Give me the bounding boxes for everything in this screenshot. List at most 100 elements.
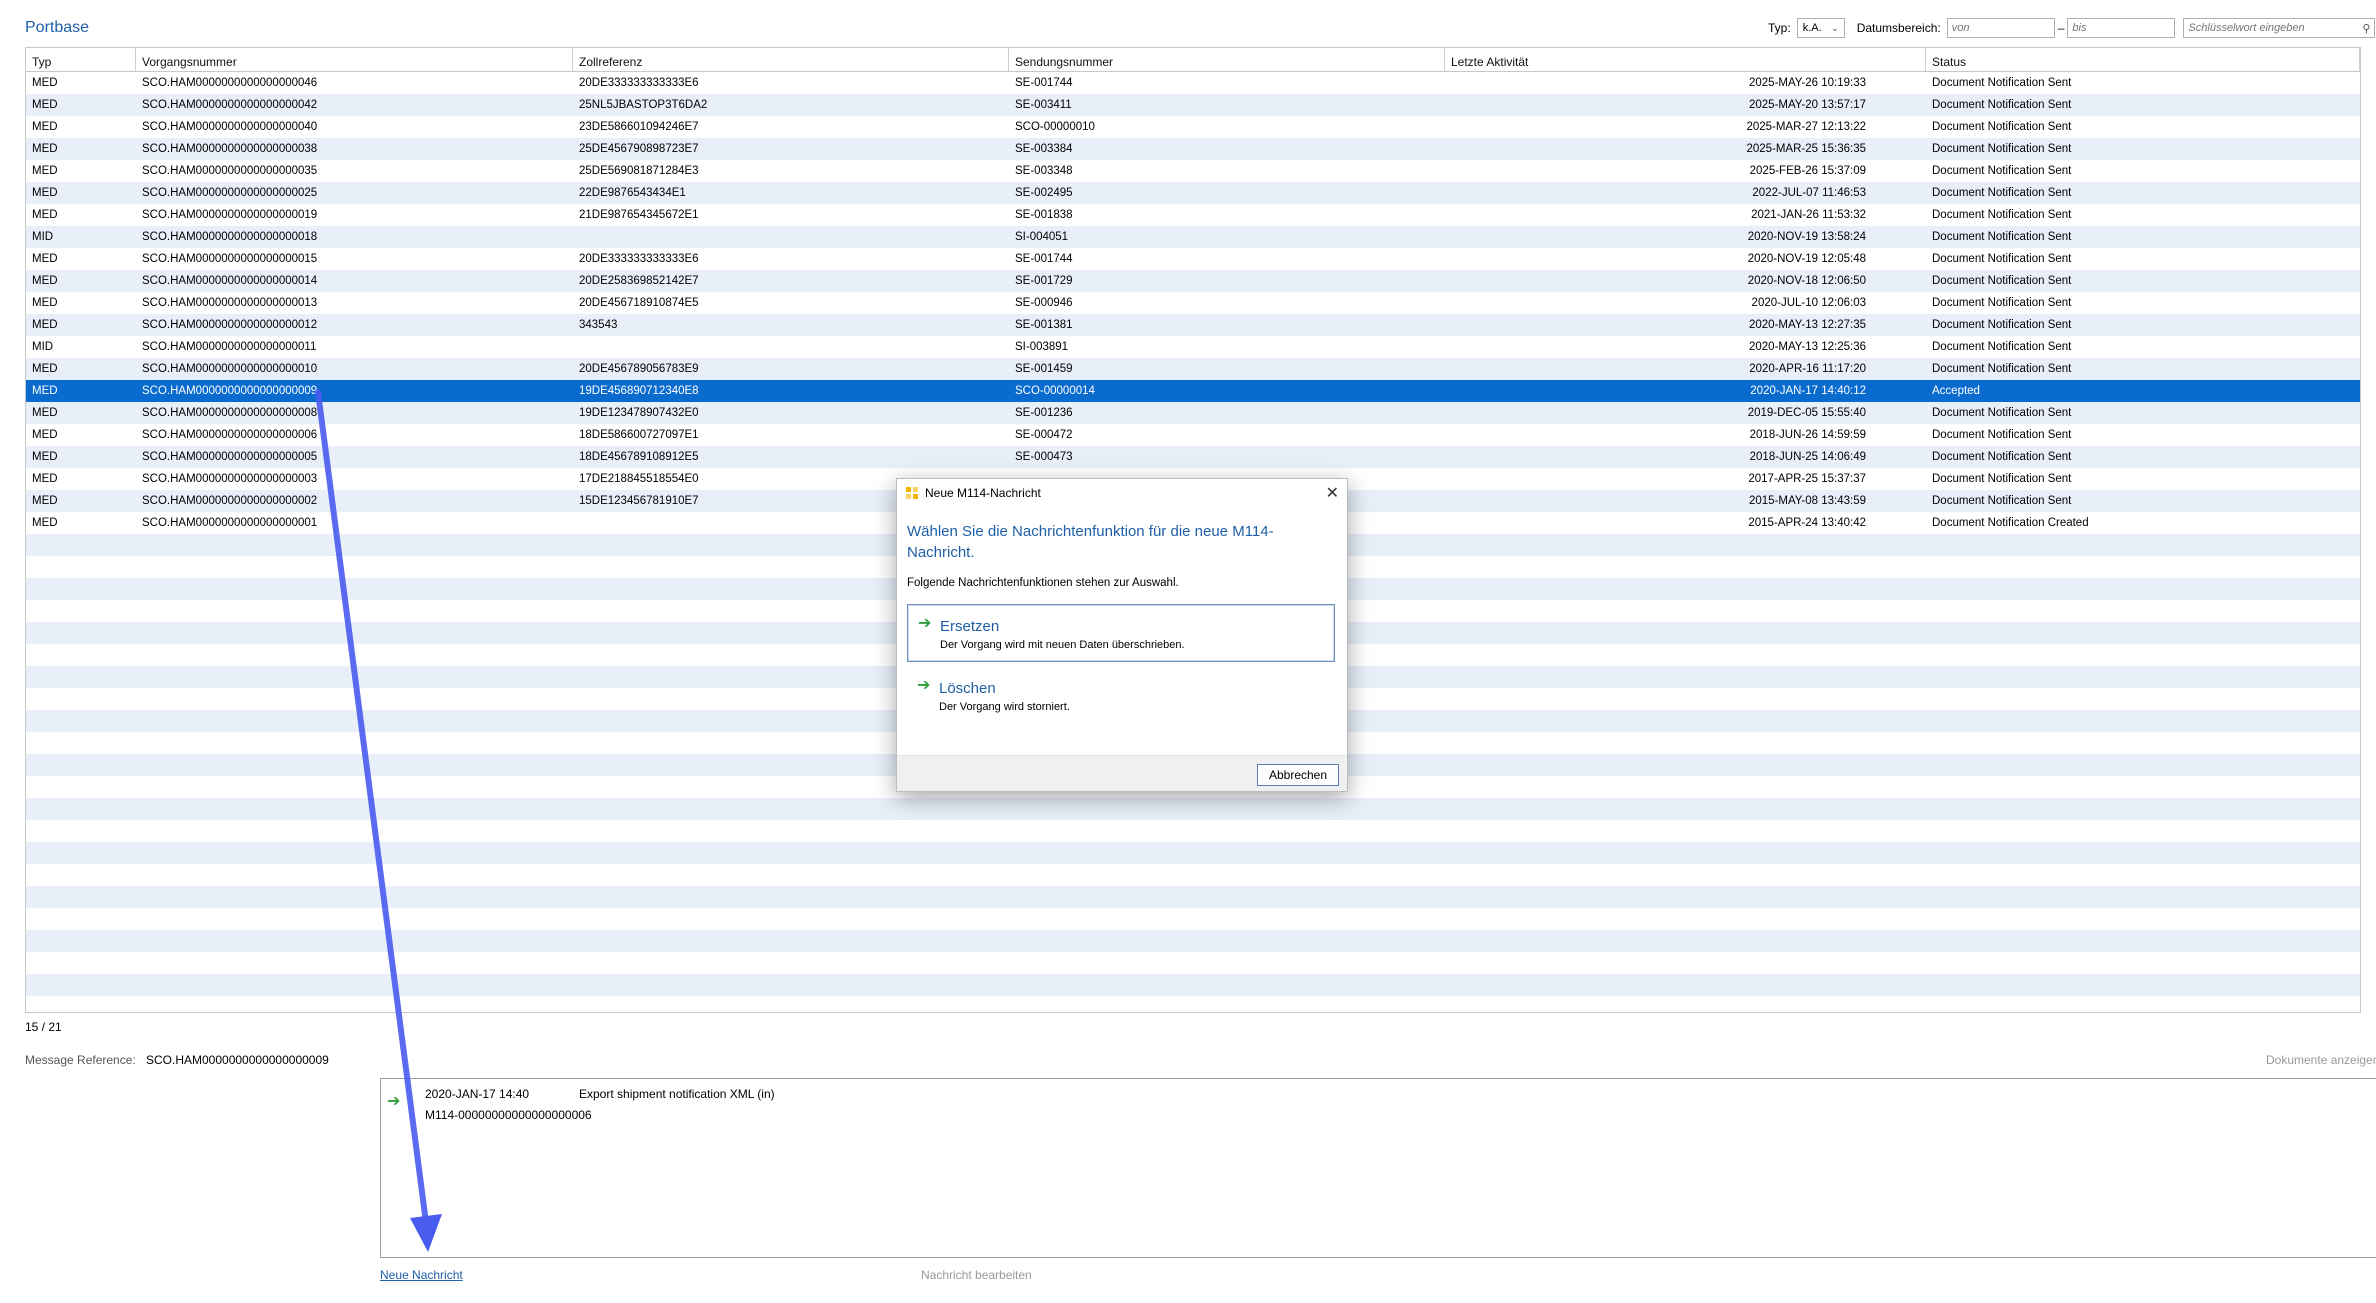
keyword-search-input[interactable] — [2184, 19, 2359, 37]
typ-select[interactable]: k.A. ⌄ — [1796, 18, 1845, 38]
new-message-link[interactable]: Neue Nachricht — [380, 1268, 463, 1282]
cell-zollreferenz: 18DE586600727097E1 — [579, 429, 699, 441]
table-row[interactable]: MED SCO.HAM0000000000000000042 25NL5JBASTO… — [26, 94, 2360, 116]
cell-letzte-aktivitaet: 2015-MAY-08 13:43:59 — [1748, 495, 1866, 507]
table-row[interactable]: MED SCO.HAM0000000000000000012 343543 SE-00… — [26, 314, 2360, 336]
dialog-subtext: Folgende Nachrichtenfunktionen stehen zu… — [907, 577, 1179, 589]
cell-vorgangsnummer: SCO.HAM0000000000000000010 — [142, 363, 318, 375]
cell-status: Document Notification Sent — [1932, 187, 2072, 199]
cell-typ: MED — [32, 363, 58, 375]
cell-typ: MED — [32, 275, 58, 287]
cell-zollreferenz: 23DE586601094246E7 — [579, 121, 699, 133]
cell-status: Document Notification Sent — [1932, 495, 2072, 507]
show-documents-link[interactable]: Dokumente anzeigen — [2266, 1053, 2376, 1067]
cell-letzte-aktivitaet: 2021-JAN-26 11:53:32 — [1751, 209, 1866, 221]
cell-typ: MED — [32, 407, 58, 419]
cell-vorgangsnummer: SCO.HAM0000000000000000035 — [142, 165, 318, 177]
cell-letzte-aktivitaet: 2025-MAY-20 13:57:17 — [1748, 99, 1866, 111]
table-row[interactable]: MED SCO.HAM0000000000000000008 19DE1234789… — [26, 402, 2360, 424]
message-reference-label: Message Reference: — [25, 1053, 136, 1067]
column-header-sendungsnummer[interactable]: Sendungsnummer — [1009, 48, 1445, 71]
cell-letzte-aktivitaet: 2020-JAN-17 14:40:12 — [1750, 385, 1866, 397]
cell-sendungsnummer: SE-000946 — [1015, 297, 1073, 309]
table-row[interactable]: MED SCO.HAM0000000000000000013 20DE4567189… — [26, 292, 2360, 314]
keyword-search[interactable]: ⚲ — [2183, 18, 2376, 38]
typ-label: Typ: — [1768, 21, 1791, 35]
cell-letzte-aktivitaet: 2020-NOV-19 13:58:24 — [1747, 231, 1866, 243]
cell-letzte-aktivitaet: 2020-NOV-19 12:05:48 — [1747, 253, 1866, 265]
option-title: Ersetzen — [940, 618, 1000, 635]
cell-zollreferenz: 18DE456789108912E5 — [579, 451, 699, 463]
table-row[interactable]: MED SCO.HAM0000000000000000009 19DE4568907… — [26, 380, 2360, 402]
history-date[interactable]: 2020-JAN-17 14:40 — [425, 1087, 529, 1101]
column-header-typ[interactable]: Typ — [26, 48, 136, 71]
cell-vorgangsnummer: SCO.HAM0000000000000000009 — [142, 385, 318, 397]
cell-letzte-aktivitaet: 2017-APR-25 15:37:37 — [1748, 473, 1866, 485]
cancel-button[interactable]: Abbrechen — [1257, 764, 1339, 786]
filter-bar: Typ: k.A. ⌄ Datumsbereich: – ⚲ — [1768, 17, 2376, 39]
cell-zollreferenz: 22DE9876543434E1 — [579, 187, 686, 199]
column-header-letzte-aktivitaet[interactable]: Letzte Aktivität — [1445, 48, 1926, 71]
cell-status: Document Notification Sent — [1932, 143, 2072, 155]
option-title: Löschen — [939, 680, 996, 697]
history-message-id[interactable]: M114-00000000000000000006 — [425, 1108, 592, 1122]
date-from-input[interactable] — [1946, 18, 2055, 38]
cell-letzte-aktivitaet: 2020-MAY-13 12:25:36 — [1748, 341, 1866, 353]
cell-status: Document Notification Sent — [1932, 297, 2072, 309]
table-row[interactable]: MED SCO.HAM0000000000000000010 20DE4567890… — [26, 358, 2360, 380]
table-row[interactable]: MED SCO.HAM0000000000000000006 18DE5866007… — [26, 424, 2360, 446]
table-row[interactable]: MED SCO.HAM0000000000000000014 20DE2583698… — [26, 270, 2360, 292]
cell-vorgangsnummer: SCO.HAM0000000000000000046 — [142, 77, 318, 89]
cell-letzte-aktivitaet: 2015-APR-24 13:40:42 — [1748, 517, 1866, 529]
cell-sendungsnummer: SE-001729 — [1015, 275, 1073, 287]
option-ersetzen[interactable]: ➔ Ersetzen Der Vorgang wird mit neuen Da… — [907, 604, 1335, 662]
cell-status: Accepted — [1932, 385, 1980, 397]
cell-sendungsnummer: SE-001381 — [1015, 319, 1073, 331]
cell-vorgangsnummer: SCO.HAM0000000000000000042 — [142, 99, 318, 111]
cell-status: Document Notification Sent — [1932, 275, 2072, 287]
table-row[interactable]: MID SCO.HAM0000000000000000018 SI-004051 20… — [26, 226, 2360, 248]
cell-letzte-aktivitaet: 2020-APR-16 11:17:20 — [1749, 363, 1866, 375]
date-separator: – — [2057, 21, 2065, 35]
table-row[interactable]: MID SCO.HAM0000000000000000011 SI-003891 20… — [26, 336, 2360, 358]
cell-vorgangsnummer: SCO.HAM0000000000000000001 — [142, 517, 318, 529]
column-header-vorgangsnummer[interactable]: Vorgangsnummer — [136, 48, 573, 71]
app-title: Portbase — [25, 19, 90, 36]
dialog-heading: Wählen Sie die Nachrichtenfunktion für d… — [907, 523, 1274, 561]
cell-letzte-aktivitaet: 2020-NOV-18 12:06:50 — [1747, 275, 1866, 287]
cell-typ: MED — [32, 143, 58, 155]
table-row[interactable]: MED SCO.HAM0000000000000000046 20DE3333333… — [26, 72, 2360, 94]
cell-letzte-aktivitaet: 2020-JUL-10 12:06:03 — [1751, 297, 1866, 309]
cell-sendungsnummer: SE-000472 — [1015, 429, 1073, 441]
close-icon[interactable]: ✕ — [1326, 483, 1339, 503]
message-history-panel: ➔ 2020-JAN-17 14:40 Export shipment noti… — [380, 1078, 2376, 1258]
cell-vorgangsnummer: SCO.HAM0000000000000000003 — [142, 473, 318, 485]
cell-zollreferenz: 20DE333333333333E6 — [579, 253, 699, 265]
cell-typ: MED — [32, 77, 58, 89]
cell-sendungsnummer: SE-002495 — [1015, 187, 1073, 199]
table-row[interactable]: MED SCO.HAM0000000000000000038 25DE4567908… — [26, 138, 2360, 160]
cell-zollreferenz: 25DE456790898723E7 — [579, 143, 699, 155]
table-row[interactable]: MED SCO.HAM0000000000000000005 18DE4567891… — [26, 446, 2360, 468]
column-header-zollreferenz[interactable]: Zollreferenz — [573, 48, 1009, 71]
cell-sendungsnummer: SE-001744 — [1015, 253, 1073, 265]
cell-vorgangsnummer: SCO.HAM0000000000000000005 — [142, 451, 318, 463]
date-to-input[interactable] — [2067, 18, 2176, 38]
cell-status: Document Notification Sent — [1932, 451, 2072, 463]
table-row[interactable]: MED SCO.HAM0000000000000000035 25DE5690818… — [26, 160, 2360, 182]
cell-status: Document Notification Sent — [1932, 121, 2072, 133]
table-row[interactable]: MED SCO.HAM0000000000000000019 21DE9876543… — [26, 204, 2360, 226]
table-row[interactable]: MED SCO.HAM0000000000000000040 23DE5866010… — [26, 116, 2360, 138]
cell-typ: MED — [32, 385, 58, 397]
history-description[interactable]: Export shipment notification XML (in) — [579, 1087, 775, 1101]
column-header-status[interactable]: Status — [1926, 48, 2360, 71]
cell-vorgangsnummer: SCO.HAM0000000000000000014 — [142, 275, 318, 287]
cell-typ: MED — [32, 187, 58, 199]
table-row[interactable]: MED SCO.HAM0000000000000000025 22DE9876543… — [26, 182, 2360, 204]
table-row[interactable]: MED SCO.HAM0000000000000000015 20DE3333333… — [26, 248, 2360, 270]
option-loeschen[interactable]: ➔ Löschen Der Vorgang wird storniert. — [907, 667, 1335, 725]
cell-status: Document Notification Sent — [1932, 473, 2072, 485]
cell-vorgangsnummer: SCO.HAM0000000000000000008 — [142, 407, 318, 419]
app-icon — [906, 487, 918, 499]
search-icon[interactable]: ⚲ — [2358, 22, 2374, 35]
